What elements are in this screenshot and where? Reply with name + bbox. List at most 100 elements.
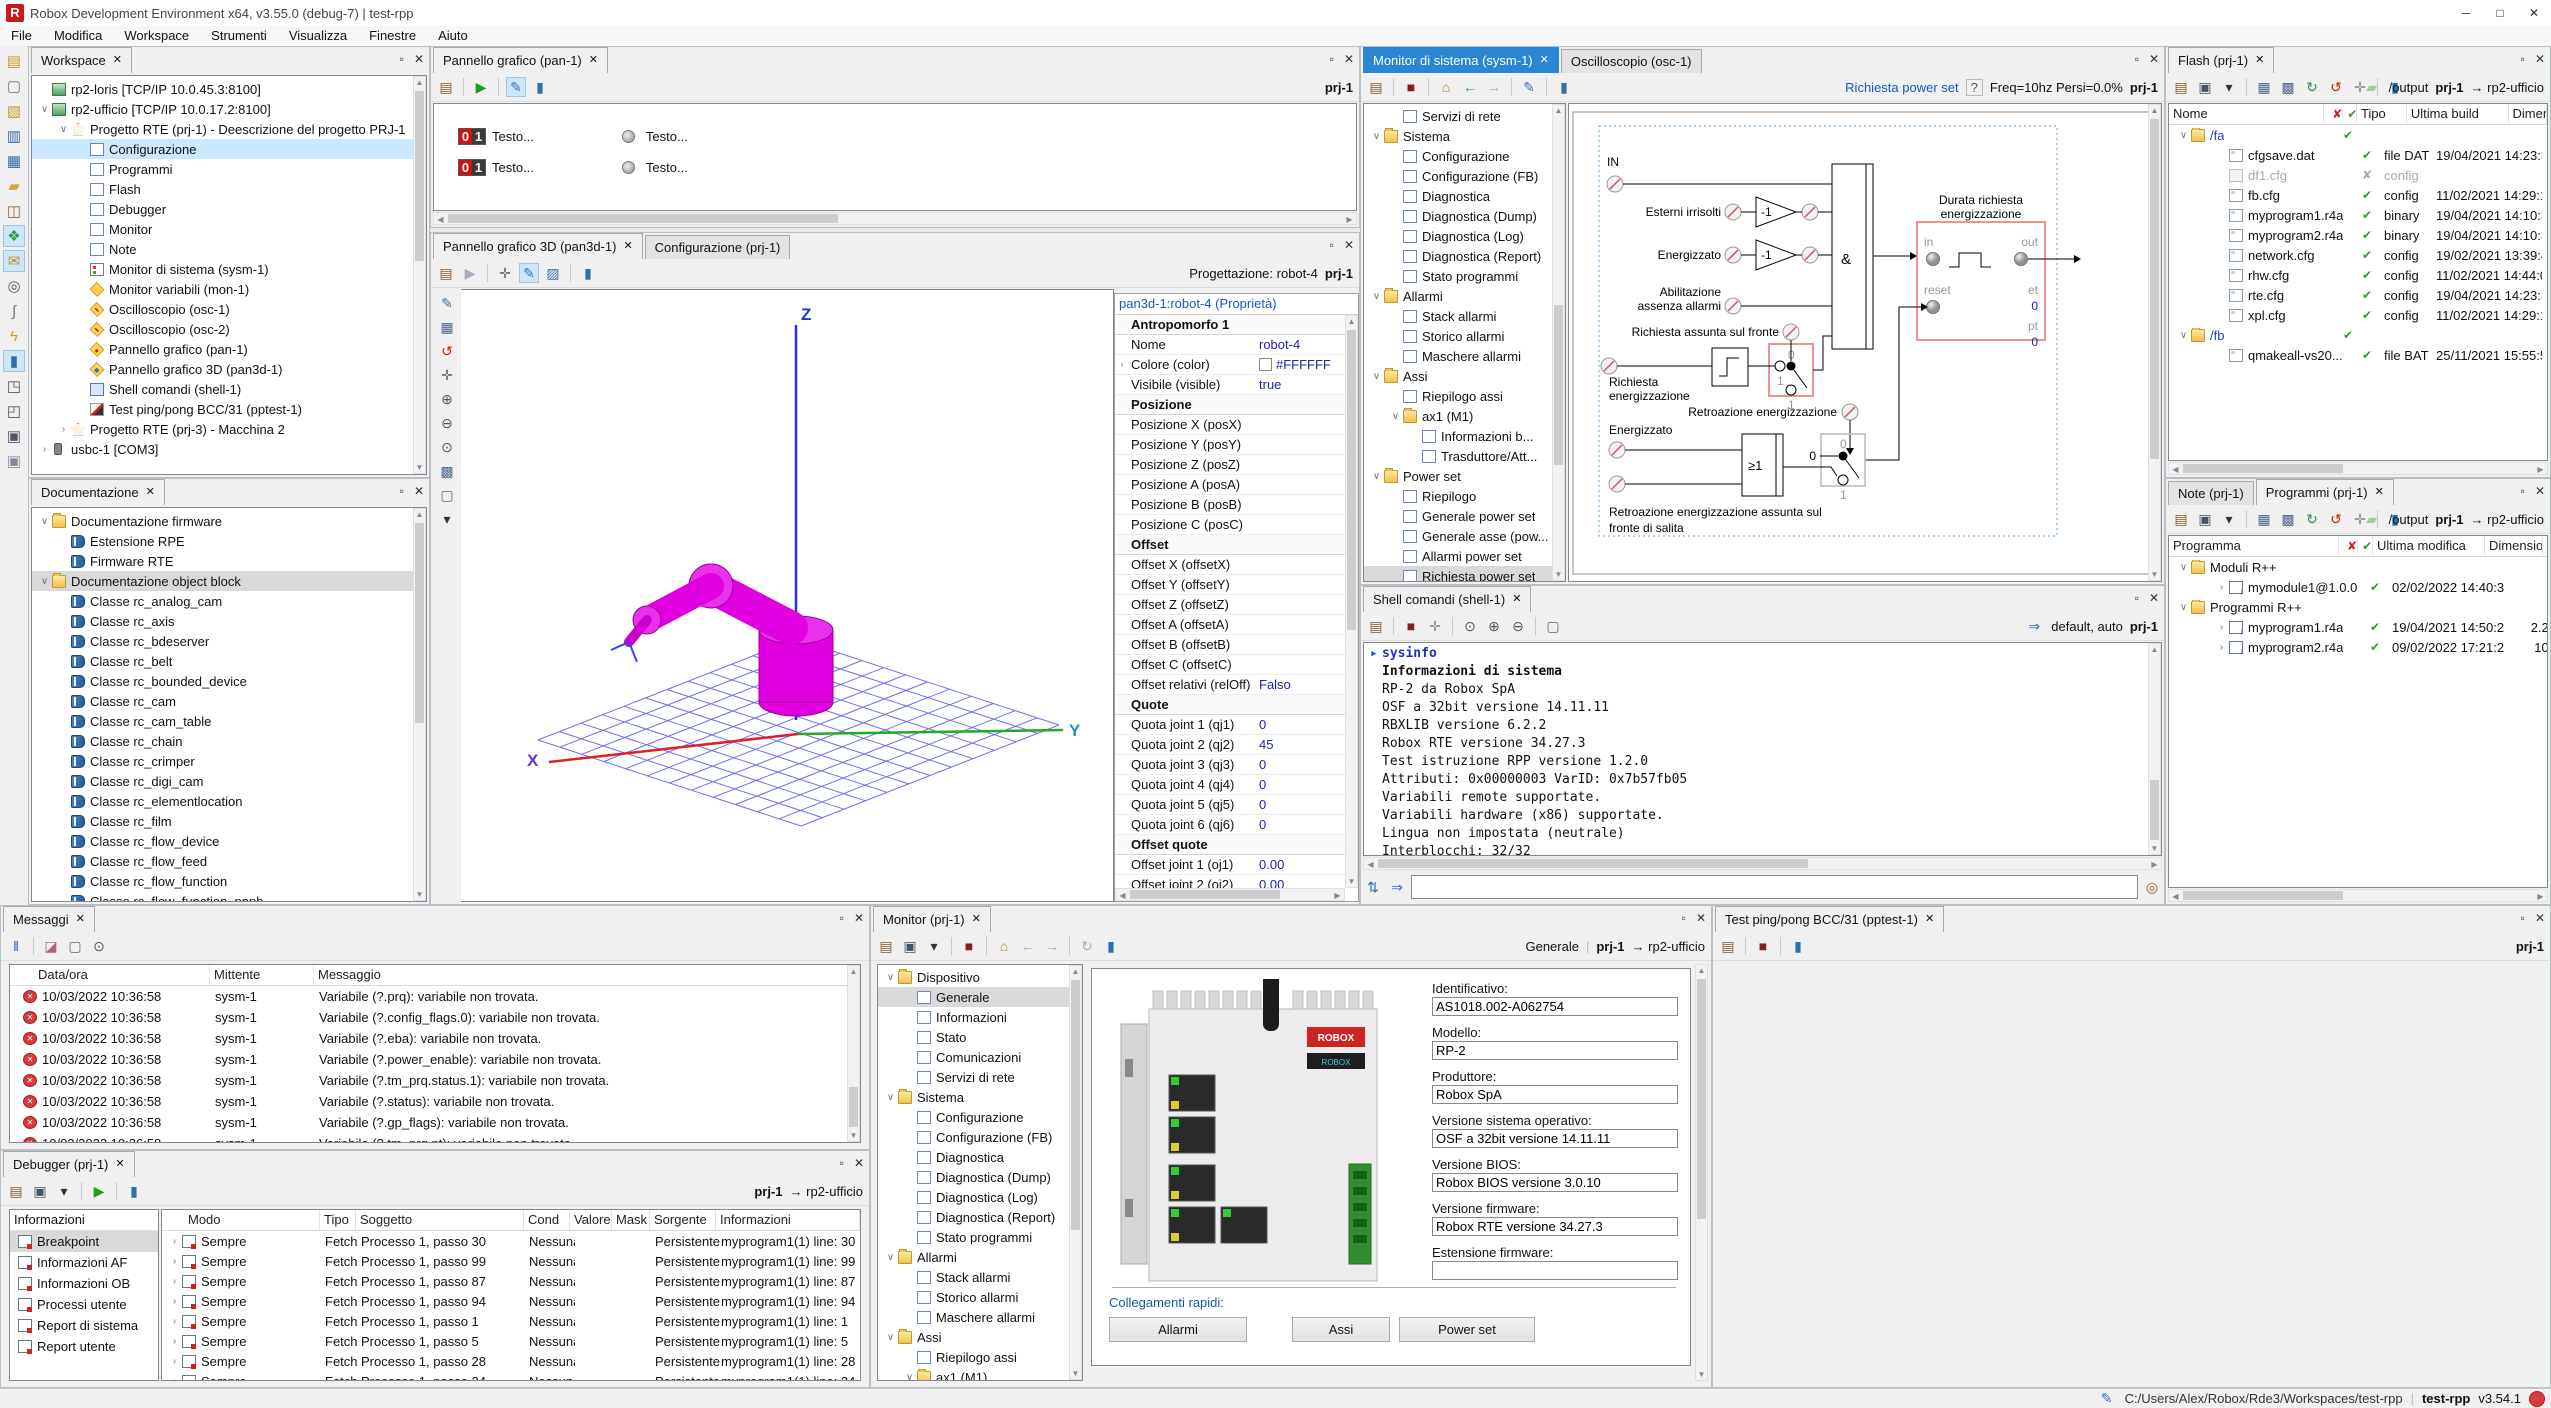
tree-item[interactable]: Riepilogo [1364, 486, 1565, 506]
tree-item[interactable]: Generale asse (pow... [1364, 526, 1565, 546]
tab-messaggi[interactable]: Messaggi✕ [3, 906, 95, 932]
tree-item[interactable]: Richiesta power set [1364, 566, 1565, 582]
property-row[interactable]: Antropomorfo 1 [1115, 315, 1345, 335]
close-tab-icon[interactable]: ✕ [115, 1154, 124, 1175]
breakpoints-table-header[interactable]: Modo Tipo Soggetto Cond Valore Mask Sorg… [162, 1210, 860, 1231]
tree-item[interactable]: ∨ Documentazione firmware [32, 511, 426, 531]
property-row[interactable]: Quote [1115, 695, 1345, 715]
tree-item[interactable]: ∨ Progetto RTE (prj-1) - Deescrizione de… [32, 119, 426, 139]
run-command-icon[interactable]: ⇒ [2024, 616, 2044, 636]
page-button[interactable]: ▢ [1543, 616, 1563, 636]
window-close-icon[interactable]: ▣ [3, 450, 25, 472]
tree-item[interactable]: Firmware RTE [32, 551, 426, 571]
tree-item[interactable]: › Progetto RTE (prj-3) - Macchina 2 [32, 419, 426, 439]
scrollbar[interactable]: ◀▶ [2168, 462, 2548, 475]
page-button[interactable]: ▢ [65, 936, 85, 956]
float-panel-icon[interactable]: ▫ [2135, 52, 2139, 66]
tree-item[interactable]: Diagnostica (Dump) [1364, 206, 1565, 226]
tab-monitor-di-sistema[interactable]: Monitor di sistema (sysm-1)✕ [1363, 47, 1559, 73]
close-tab-icon[interactable]: ✕ [623, 236, 632, 257]
field-value-input[interactable] [1432, 997, 1678, 1016]
file-row[interactable]: ∨ /fb ✔ [2169, 325, 2547, 345]
file-row[interactable]: fb.cfg ✔ config 11/02/2021 14:29:16 [2169, 185, 2547, 205]
rotate-view-icon[interactable]: ↺ [437, 341, 457, 361]
property-row[interactable]: Offset [1115, 535, 1345, 555]
message-row[interactable]: 10/03/2022 10:36:58 sysm-1 Variabile (?.… [10, 1133, 860, 1143]
close-tab-icon[interactable]: ✕ [76, 909, 85, 930]
stop-button[interactable]: ■ [959, 936, 979, 956]
category-item[interactable]: Breakpoint [10, 1231, 158, 1252]
program-row[interactable]: › mymodule1@1.0.0.... ✔ 02/02/2022 14:40… [2169, 577, 2547, 597]
sync-button[interactable]: ↻ [2302, 77, 2322, 97]
tab-programmi[interactable]: Programmi (prj-1)✕ [2256, 479, 2394, 505]
tab-debugger[interactable]: Debugger (prj-1)✕ [3, 1151, 135, 1177]
field-value-input[interactable] [1432, 1085, 1678, 1104]
caret-icon[interactable]: ▾ [2219, 509, 2239, 529]
select-tool-icon[interactable]: ✎ [437, 293, 457, 313]
float-panel-icon[interactable]: ▫ [2521, 52, 2525, 66]
flash-tool-icon[interactable]: ϟ [3, 325, 25, 347]
tree-item[interactable]: Informazioni [878, 1007, 1082, 1027]
home-button[interactable]: ⌂ [1436, 77, 1456, 97]
sync-button[interactable]: ↻ [2302, 509, 2322, 529]
float-panel-icon[interactable]: ▫ [400, 52, 404, 66]
save-all-icon[interactable]: ▦ [3, 150, 25, 172]
wizard-icon[interactable]: ▤ [6, 1181, 26, 1201]
close-panel-icon[interactable]: ✕ [1344, 52, 1354, 66]
close-tab-icon[interactable]: ✕ [113, 50, 122, 71]
zoom-fit-icon[interactable]: ⊙ [437, 437, 457, 457]
tree-item[interactable]: Classe rc_axis [32, 611, 426, 631]
help-button[interactable]: ▮ [124, 1181, 144, 1201]
menu-item[interactable]: Aiuto [427, 28, 479, 43]
file-row[interactable]: ∨ /fa ✔ [2169, 125, 2547, 145]
file-row[interactable]: qmakeall-vs20... ✔ file BAT 25/11/2021 1… [2169, 345, 2547, 365]
close-tab-icon[interactable]: ✕ [1512, 589, 1521, 610]
tree-item[interactable]: › usbc-1 [COM3] [32, 439, 426, 459]
open-project-icon[interactable]: ▧ [3, 100, 25, 122]
message-row[interactable]: 10/03/2022 10:36:58 sysm-1 Variabile (?.… [10, 986, 860, 1007]
clear-button[interactable]: ◪ [41, 936, 61, 956]
stop-button[interactable]: ■ [1753, 936, 1773, 956]
close-panel-icon[interactable]: ✕ [1696, 911, 1706, 925]
scrollbar[interactable]: ▲▼ [413, 76, 426, 474]
undo-button[interactable]: ↺ [2326, 77, 2346, 97]
tree-item[interactable]: ∨ Assi [878, 1327, 1082, 1347]
messages-table-header[interactable]: Data/ora Mittente Messaggio [10, 965, 860, 986]
wizard-icon[interactable]: ▤ [436, 263, 456, 283]
property-row[interactable]: Offset A (offsetA) [1115, 615, 1345, 635]
tree-item[interactable]: Diagnostica (Log) [878, 1187, 1082, 1207]
tree-item[interactable]: Classe rc_bdeserver [32, 631, 426, 651]
tree-item[interactable]: Classe rc_chain [32, 731, 426, 751]
tree-item[interactable]: Pannello grafico (pan-1) [32, 339, 426, 359]
help-badge[interactable]: ? [1966, 79, 1983, 96]
tree-item[interactable]: Generale [878, 987, 1082, 1007]
tree-item[interactable]: Configurazione (FB) [1364, 166, 1565, 186]
property-row[interactable]: Quota joint 4 (qj4) 0 [1115, 775, 1345, 795]
property-row[interactable]: Posizione Z (posZ) [1115, 455, 1345, 475]
tree-item[interactable]: Diagnostica (Log) [1364, 226, 1565, 246]
tree-item[interactable]: Classe rc_flow_feed [32, 851, 426, 871]
shell-command-input[interactable] [1411, 875, 2138, 899]
edit-button[interactable]: ▨ [543, 263, 563, 283]
property-row[interactable]: Nome robot-4 [1115, 335, 1345, 355]
property-row[interactable]: Offset B (offsetB) [1115, 635, 1345, 655]
category-item[interactable]: Informazioni AF [10, 1252, 158, 1273]
refresh-button[interactable]: ↻ [1077, 936, 1097, 956]
close-panel-icon[interactable]: ✕ [414, 484, 424, 498]
copy-button[interactable]: ▣ [2195, 77, 2215, 97]
caret-icon[interactable]: ▾ [924, 936, 944, 956]
back-button[interactable]: ← [1018, 936, 1038, 956]
scrollbar[interactable]: ◀▶ [2168, 889, 2548, 902]
close-panel-icon[interactable]: ✕ [2149, 591, 2159, 605]
tab-test-ping-pong[interactable]: Test ping/pong BCC/31 (pptest-1)✕ [1715, 906, 1944, 932]
scrollbar[interactable]: ▲▼ [2148, 643, 2161, 855]
home-button[interactable]: ⌂ [994, 936, 1014, 956]
stop-button[interactable]: ■ [1401, 77, 1421, 97]
property-row[interactable]: Offset relativi (relOff) Falso [1115, 675, 1345, 695]
property-row[interactable]: Quota joint 6 (qj6) 0 [1115, 815, 1345, 835]
float-panel-icon[interactable]: ▫ [1682, 911, 1686, 925]
tree-item[interactable]: Classe rc_flow_function [32, 871, 426, 891]
toggle-widget[interactable]: 0 1 [458, 128, 486, 145]
message-row[interactable]: 10/03/2022 10:36:58 sysm-1 Variabile (?.… [10, 1028, 860, 1049]
help-button[interactable]: ▮ [1788, 936, 1808, 956]
